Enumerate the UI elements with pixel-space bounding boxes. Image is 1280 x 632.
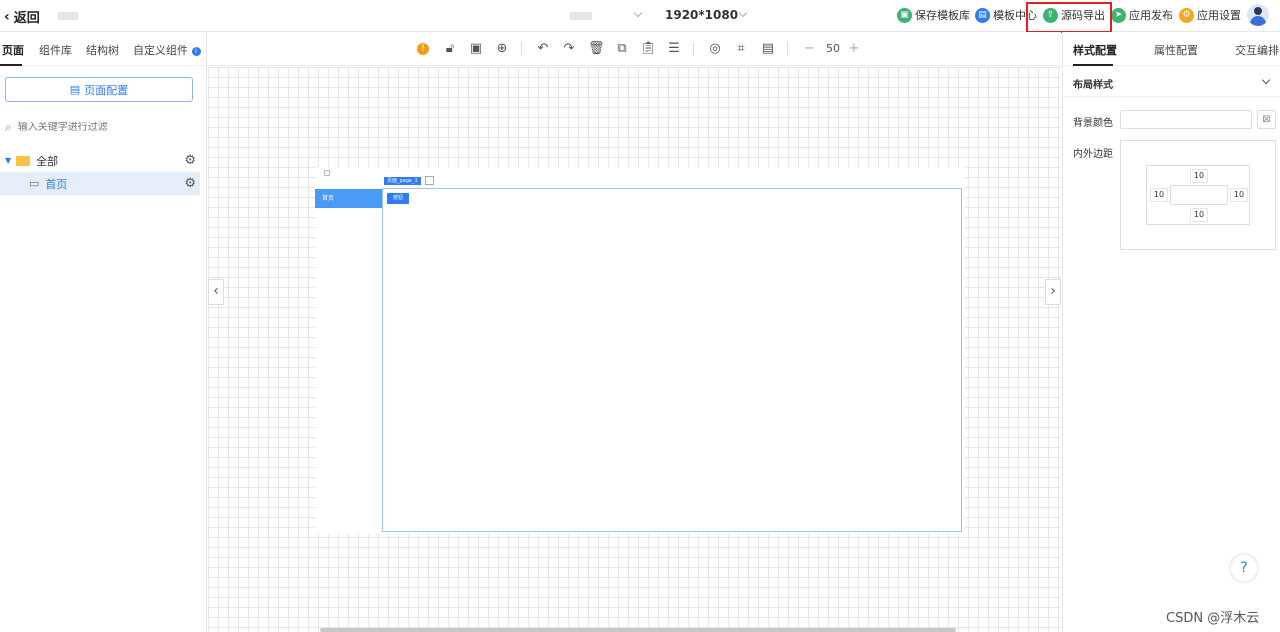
left-panel: 页面 组件库 结构树 自定义组件 i ▤ 页面配置 ⌕ ▼ 全部 ⚙ ▭ 首页 … xyxy=(0,32,207,632)
menu-item-home[interactable]: 首页 xyxy=(315,189,382,208)
save-icon: ▣ xyxy=(897,7,912,23)
redo-icon[interactable]: ↷ xyxy=(561,41,577,57)
delete-icon[interactable]: 🗑︎ xyxy=(588,41,605,57)
active-tab-indicator xyxy=(1073,64,1113,66)
search-icon: ⌕ xyxy=(5,120,12,134)
bg-color-label: 背景颜色 xyxy=(1073,118,1113,129)
watermark: CSDN @浮木云 xyxy=(1166,611,1260,626)
publish-app-button[interactable]: ➤ 应用发布 xyxy=(1111,7,1173,23)
top-bar: ‹ 返回 1920*1080 ▣ 保存模板库 ▤ 模板中心 ⇪ 源码导出 ➤ 应… xyxy=(0,0,1280,33)
save-icon[interactable]: ▣ xyxy=(468,41,484,57)
template-icon: ▤ xyxy=(975,7,990,23)
page-tag[interactable]: 页面_page_1 xyxy=(384,177,421,185)
margin-right-input[interactable]: 10 xyxy=(1230,188,1248,202)
chevron-down-icon[interactable] xyxy=(633,8,643,18)
design-canvas[interactable]: ‹ › 页面_page_1 首页 按钮 xyxy=(208,67,1061,632)
content-container[interactable]: 按钮 xyxy=(382,188,962,532)
chevron-left-icon[interactable]: ‹ xyxy=(208,279,224,305)
artboard[interactable]: 页面_page_1 首页 按钮 xyxy=(315,167,965,534)
code-icon[interactable]: ⌗ xyxy=(733,41,749,57)
gear-icon[interactable]: ⚙ xyxy=(184,176,196,191)
highlight-box xyxy=(1026,2,1112,33)
caret-down-icon[interactable]: ▼ xyxy=(5,156,11,165)
spacing-editor: 10 10 10 10 xyxy=(1120,140,1276,250)
back-button[interactable]: ‹ 返回 xyxy=(4,7,40,27)
content-box xyxy=(1170,185,1228,205)
back-label: 返回 xyxy=(13,11,40,26)
editor-toolbar: ! 🔓︎ ▣ ⊕ ↶ ↷ 🗑︎ ⧉ 📋︎ ☰ ◎ ⌗ ▤ − 50 + xyxy=(208,32,1061,66)
avatar[interactable] xyxy=(1247,4,1269,26)
zoom-in-icon[interactable]: + xyxy=(846,41,862,57)
settings-icon: ⚙ xyxy=(1179,7,1194,23)
paste-icon[interactable]: 📋︎ xyxy=(640,41,657,57)
spacing-label: 内外边距 xyxy=(1073,149,1113,160)
help-icon[interactable]: ? xyxy=(1231,555,1257,581)
chevron-left-icon: ‹ xyxy=(4,8,10,25)
right-panel: 样式配置 属性配置 交互编排 布局样式 背景颜色 ⊠ 内外边距 10 10 10… xyxy=(1062,32,1280,632)
zoom-level: 50 xyxy=(826,42,840,55)
margin-box: 10 10 10 10 xyxy=(1146,165,1250,225)
page-select-redacted[interactable] xyxy=(570,12,592,20)
save-template-button[interactable]: ▣ 保存模板库 xyxy=(897,7,970,23)
margin-left-input[interactable]: 10 xyxy=(1150,188,1168,202)
tab-component-library[interactable]: 组件库 xyxy=(39,42,72,58)
copy-icon[interactable]: ⧉ xyxy=(614,41,630,57)
zoom-out-icon[interactable]: − xyxy=(801,41,817,57)
app-name-redacted xyxy=(58,12,78,20)
bg-color-input[interactable] xyxy=(1120,110,1252,129)
chevron-right-icon[interactable]: › xyxy=(1045,279,1061,305)
chevron-down-icon[interactable] xyxy=(1261,75,1271,85)
copy-icon[interactable] xyxy=(425,176,434,185)
undo-icon[interactable]: ↶ xyxy=(535,41,551,57)
config-icon: ▤ xyxy=(69,83,81,96)
preview-icon[interactable]: ◎ xyxy=(707,41,723,57)
right-tabs: 样式配置 属性配置 交互编排 xyxy=(1063,32,1280,66)
unlock-icon[interactable]: 🔓︎ xyxy=(442,41,458,57)
left-tabs: 页面 组件库 结构树 自定义组件 i xyxy=(0,32,206,66)
layout-style-section[interactable]: 布局样式 xyxy=(1063,67,1280,97)
color-picker-icon[interactable]: ⊠ xyxy=(1257,110,1276,129)
publish-icon: ➤ xyxy=(1111,7,1126,23)
folder-icon xyxy=(16,155,31,166)
page-config-button[interactable]: ▤ 页面配置 xyxy=(5,77,193,102)
page-icon: ▭ xyxy=(29,177,40,190)
broken-image-icon xyxy=(324,170,330,176)
document-icon[interactable]: ▤ xyxy=(760,41,776,57)
filter-input[interactable] xyxy=(17,122,178,133)
app-settings-button[interactable]: ⚙ 应用设置 xyxy=(1179,7,1241,23)
chevron-down-icon[interactable] xyxy=(738,8,748,18)
info-icon[interactable]: i xyxy=(191,47,201,56)
tab-custom-components[interactable]: 自定义组件 i xyxy=(133,42,201,58)
margin-bottom-input[interactable]: 10 xyxy=(1190,208,1208,222)
warning-icon[interactable]: ! xyxy=(417,43,429,55)
tab-interaction[interactable]: 交互编排 xyxy=(1235,42,1279,58)
crosshair-icon[interactable]: ⊕ xyxy=(494,41,510,57)
tab-page[interactable]: 页面 xyxy=(2,42,24,58)
horizontal-scrollbar[interactable] xyxy=(320,628,956,632)
gear-icon[interactable]: ⚙ xyxy=(184,153,196,168)
filter-bar: ⌕ xyxy=(5,120,178,135)
tree-item-all[interactable]: ▼ 全部 ⚙ xyxy=(0,149,200,172)
tree-item-home[interactable]: ▭ 首页 ⚙ xyxy=(0,172,200,195)
active-tab-indicator xyxy=(0,64,22,66)
tab-style-config[interactable]: 样式配置 xyxy=(1073,42,1117,58)
margin-top-input[interactable]: 10 xyxy=(1190,169,1208,183)
canvas-button[interactable]: 按钮 xyxy=(387,193,409,204)
tab-property-config[interactable]: 属性配置 xyxy=(1154,42,1198,58)
list-icon[interactable]: ☰ xyxy=(666,41,682,57)
resolution-select[interactable]: 1920*1080 xyxy=(665,8,738,22)
tab-structure-tree[interactable]: 结构树 xyxy=(86,42,119,58)
